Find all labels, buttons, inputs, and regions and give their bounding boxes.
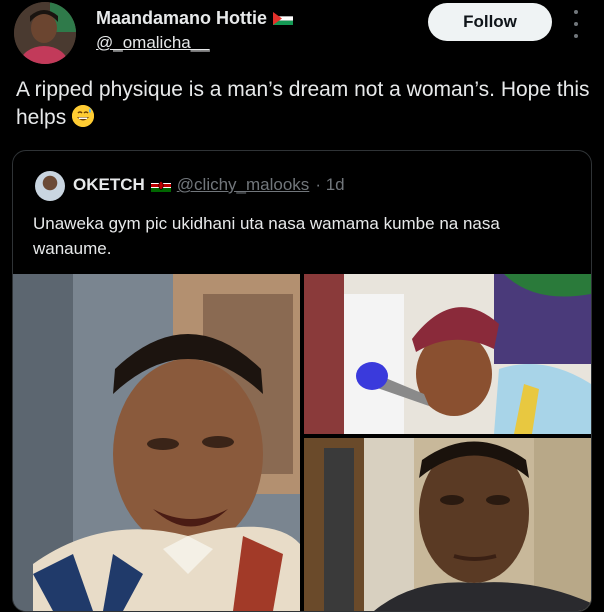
author-handle[interactable]: @_omalicha__ [96, 33, 210, 53]
grinning-sweat-emoji-icon [72, 105, 95, 127]
author-name-row[interactable]: Maandamano Hottie [96, 8, 294, 29]
tweet-text: A ripped physique is a man’s dream not a… [16, 78, 590, 129]
tweet-text-block: A ripped physique is a man’s dream not a… [16, 76, 596, 132]
quote-timestamp[interactable]: · 1d [315, 175, 344, 195]
author-avatar[interactable] [14, 2, 76, 64]
quote-author-handle[interactable]: @clichy_malooks [177, 175, 310, 195]
quote-header: OKETCH @clichy_malooks · 1d [73, 175, 345, 195]
quote-author-name[interactable]: OKETCH [73, 175, 145, 195]
quote-text: Unaweka gym pic ukidhani uta nasa wamama… [33, 214, 500, 258]
palestine-flag-icon [273, 12, 294, 25]
media-photo-crying-man-patterned-shirt[interactable] [13, 274, 300, 611]
more-vertical-icon[interactable] [570, 10, 582, 38]
kenya-flag-icon [150, 178, 171, 192]
media-photo-preacher-crying-microphone[interactable] [304, 274, 591, 434]
follow-button[interactable]: Follow [428, 3, 552, 41]
media-photo-young-man-crying[interactable] [304, 438, 591, 611]
quoted-tweet-card[interactable]: OKETCH @clichy_malooks · 1d Unaweka gym … [12, 150, 592, 612]
quote-avatar[interactable] [35, 171, 65, 201]
author-name[interactable]: Maandamano Hottie [96, 8, 267, 29]
